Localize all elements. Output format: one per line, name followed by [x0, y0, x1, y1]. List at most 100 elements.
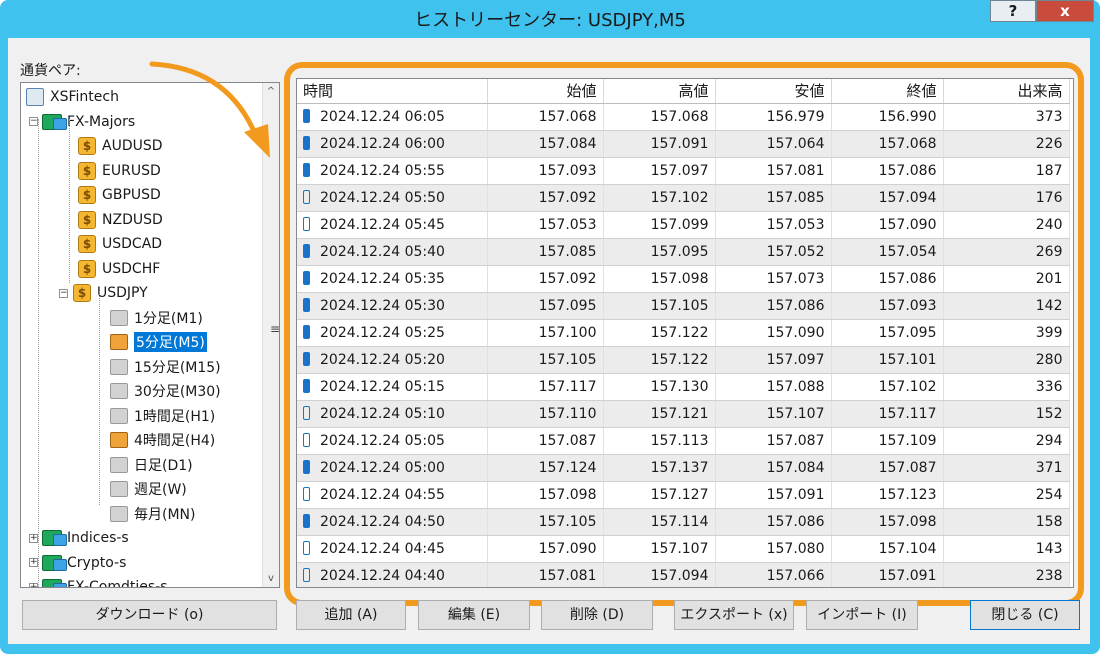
tree-item-label: 週足(W)	[134, 482, 187, 498]
volume-cell: 142	[943, 292, 1070, 320]
close-button[interactable]: 閉じる (C)	[970, 600, 1080, 630]
time-cell: 2024.12.24 05:55	[297, 157, 488, 185]
time-cell: 2024.12.24 04:40	[297, 562, 488, 587]
add-button[interactable]: 追加 (A)	[296, 600, 406, 630]
scroll-down-icon[interactable]: v	[263, 570, 279, 587]
table-row[interactable]: 2024.12.24 04:50 157.105 157.114 157.086 157…	[297, 508, 1070, 536]
time-text: 2024.12.24 06:00	[320, 135, 445, 152]
tree-connector-line	[69, 119, 70, 283]
expand-icon[interactable]: +	[29, 558, 38, 567]
time-text: 2024.12.24 05:05	[320, 432, 445, 449]
tree-item-root[interactable]: XSFintech	[25, 85, 119, 109]
expand-icon[interactable]: +	[29, 582, 38, 587]
table-row[interactable]: 2024.12.24 05:30 157.095 157.105 157.086 157…	[297, 292, 1070, 320]
candle-icon	[303, 432, 310, 447]
tree-item-label: 日足(D1)	[134, 457, 193, 474]
column-header[interactable]: 終値	[831, 79, 944, 104]
collapse-icon[interactable]: −	[59, 288, 68, 298]
tree-item-timeframe[interactable]: 毎月(MN)	[109, 502, 195, 526]
time-cell: 2024.12.24 05:25	[297, 319, 488, 347]
table-row[interactable]: 2024.12.24 05:00 157.124 157.137 157.084 157…	[297, 454, 1070, 482]
table-row[interactable]: 2024.12.24 05:55 157.093 157.097 157.081 157…	[297, 157, 1070, 185]
open-cell: 157.110	[487, 400, 604, 428]
tree-item-group[interactable]: + FX-Comdties-s	[29, 575, 168, 587]
collapse-icon[interactable]: −	[29, 117, 38, 126]
table-row[interactable]: 2024.12.24 05:15 157.117 157.130 157.088 157…	[297, 373, 1070, 401]
splitter-handle-icon[interactable]: ≡	[270, 322, 280, 336]
chart-data-icon	[109, 407, 129, 425]
column-header[interactable]: 安値	[715, 79, 832, 104]
table-row[interactable]: 2024.12.24 05:10 157.110 157.121 157.107 157…	[297, 400, 1070, 428]
column-header[interactable]: 始値	[487, 79, 604, 104]
tree-item-group[interactable]: + Indices-s	[29, 526, 129, 550]
column-header[interactable]: 高値	[603, 79, 716, 104]
volume-cell: 176	[943, 184, 1070, 212]
dialog-client-area: 通貨ペア: ^ v XSFintech − FX-Majors $ AUDUSD $ EUR…	[8, 38, 1090, 644]
open-cell: 157.100	[487, 319, 604, 347]
table-row[interactable]: 2024.12.24 05:50 157.092 157.102 157.085 157…	[297, 184, 1070, 212]
low-cell: 156.979	[715, 103, 832, 131]
tree-item-timeframe[interactable]: 1時間足(H1)	[109, 404, 215, 428]
table-row[interactable]: 2024.12.24 04:45 157.090 157.107 157.080 157…	[297, 535, 1070, 563]
low-cell: 157.086	[715, 292, 832, 320]
edit-button[interactable]: 編集 (E)	[418, 600, 530, 630]
tree-item-timeframe[interactable]: 週足(W)	[109, 477, 187, 501]
title-bar[interactable]: ヒストリーセンター: USDJPY,M5 ? x	[6, 0, 1094, 36]
table-row[interactable]: 2024.12.24 06:05 157.068 157.068 156.979 156…	[297, 103, 1070, 131]
tree-item-symbol[interactable]: $ NZDUSD	[77, 208, 163, 232]
table-row[interactable]: 2024.12.24 05:05 157.087 157.113 157.087 157…	[297, 427, 1070, 455]
open-cell: 157.105	[487, 346, 604, 374]
time-text: 2024.12.24 05:50	[320, 189, 445, 206]
tree-item-label: Indices-s	[67, 530, 129, 546]
tree-item-timeframe[interactable]: 4時間足(H4)	[109, 428, 215, 452]
tree-item-timeframe[interactable]: 5分足(M5)	[109, 330, 207, 354]
close-cell: 157.098	[831, 508, 944, 536]
import-button[interactable]: インポート (I)	[806, 600, 918, 630]
table-row[interactable]: 2024.12.24 05:20 157.105 157.122 157.097 157…	[297, 346, 1070, 374]
open-cell: 157.081	[487, 562, 604, 587]
tree-item-label: USDJPY	[97, 285, 148, 301]
history-grid[interactable]: 時間 始値 高値 安値 終値 出来高 2024.12.24 06:05 157.068 157…	[296, 78, 1074, 588]
dollar-icon: $	[77, 186, 97, 204]
tree-item-timeframe[interactable]: 日足(D1)	[109, 453, 193, 477]
low-cell: 157.086	[715, 508, 832, 536]
table-row[interactable]: 2024.12.24 05:40 157.085 157.095 157.052 157…	[297, 238, 1070, 266]
table-row[interactable]: 2024.12.24 04:40 157.081 157.094 157.066 157…	[297, 562, 1070, 587]
tree-item-timeframe[interactable]: 1分足(M1)	[109, 306, 203, 330]
table-row[interactable]: 2024.12.24 05:35 157.092 157.098 157.073 157…	[297, 265, 1070, 293]
tree-item-symbol[interactable]: − $ USDJPY	[59, 281, 148, 305]
column-header[interactable]: 出来高	[943, 79, 1070, 104]
dollar-icon: $	[77, 161, 97, 180]
expand-icon[interactable]: +	[29, 533, 38, 543]
delete-button[interactable]: 削除 (D)	[541, 600, 653, 630]
volume-cell: 373	[943, 103, 1070, 131]
column-header[interactable]: 時間	[297, 79, 488, 104]
candle-icon	[303, 405, 310, 420]
close-cell: 157.094	[831, 184, 944, 212]
table-row[interactable]: 2024.12.24 04:55 157.098 157.127 157.091 157…	[297, 481, 1070, 509]
time-text: 2024.12.24 05:40	[320, 243, 445, 260]
time-cell: 2024.12.24 05:00	[297, 454, 488, 482]
export-button[interactable]: エクスポート (x)	[674, 600, 794, 630]
download-button[interactable]: ダウンロード (o)	[22, 600, 277, 630]
table-row[interactable]: 2024.12.24 06:00 157.084 157.091 157.064 157…	[297, 130, 1070, 158]
tree-item-timeframe[interactable]: 15分足(M15)	[109, 355, 221, 379]
close-window-button[interactable]: x	[1036, 0, 1094, 22]
time-cell: 2024.12.24 06:00	[297, 130, 488, 158]
help-button[interactable]: ?	[990, 0, 1036, 22]
tree-item-group[interactable]: − FX-Majors	[29, 110, 135, 134]
tree-item-group[interactable]: + Crypto-s	[29, 551, 126, 575]
table-row[interactable]: 2024.12.24 05:25 157.100 157.122 157.090 157…	[297, 319, 1070, 347]
tree-item-label: GBPUSD	[102, 187, 161, 203]
volume-cell: 158	[943, 508, 1070, 536]
tree-item-label: XSFintech	[50, 89, 119, 105]
tree-item-symbol[interactable]: $ USDCHF	[77, 257, 160, 281]
close-cell: 157.109	[831, 427, 944, 455]
volume-cell: 238	[943, 562, 1070, 587]
time-text: 2024.12.24 05:30	[320, 297, 445, 314]
table-row[interactable]: 2024.12.24 05:45 157.053 157.099 157.053 157…	[297, 211, 1070, 239]
chart-data-icon	[109, 480, 129, 498]
tree-item-timeframe[interactable]: 30分足(M30)	[109, 379, 221, 403]
tree-item-symbol[interactable]: $ GBPUSD	[77, 183, 161, 207]
tree-item-symbol[interactable]: $ USDCAD	[77, 232, 162, 256]
